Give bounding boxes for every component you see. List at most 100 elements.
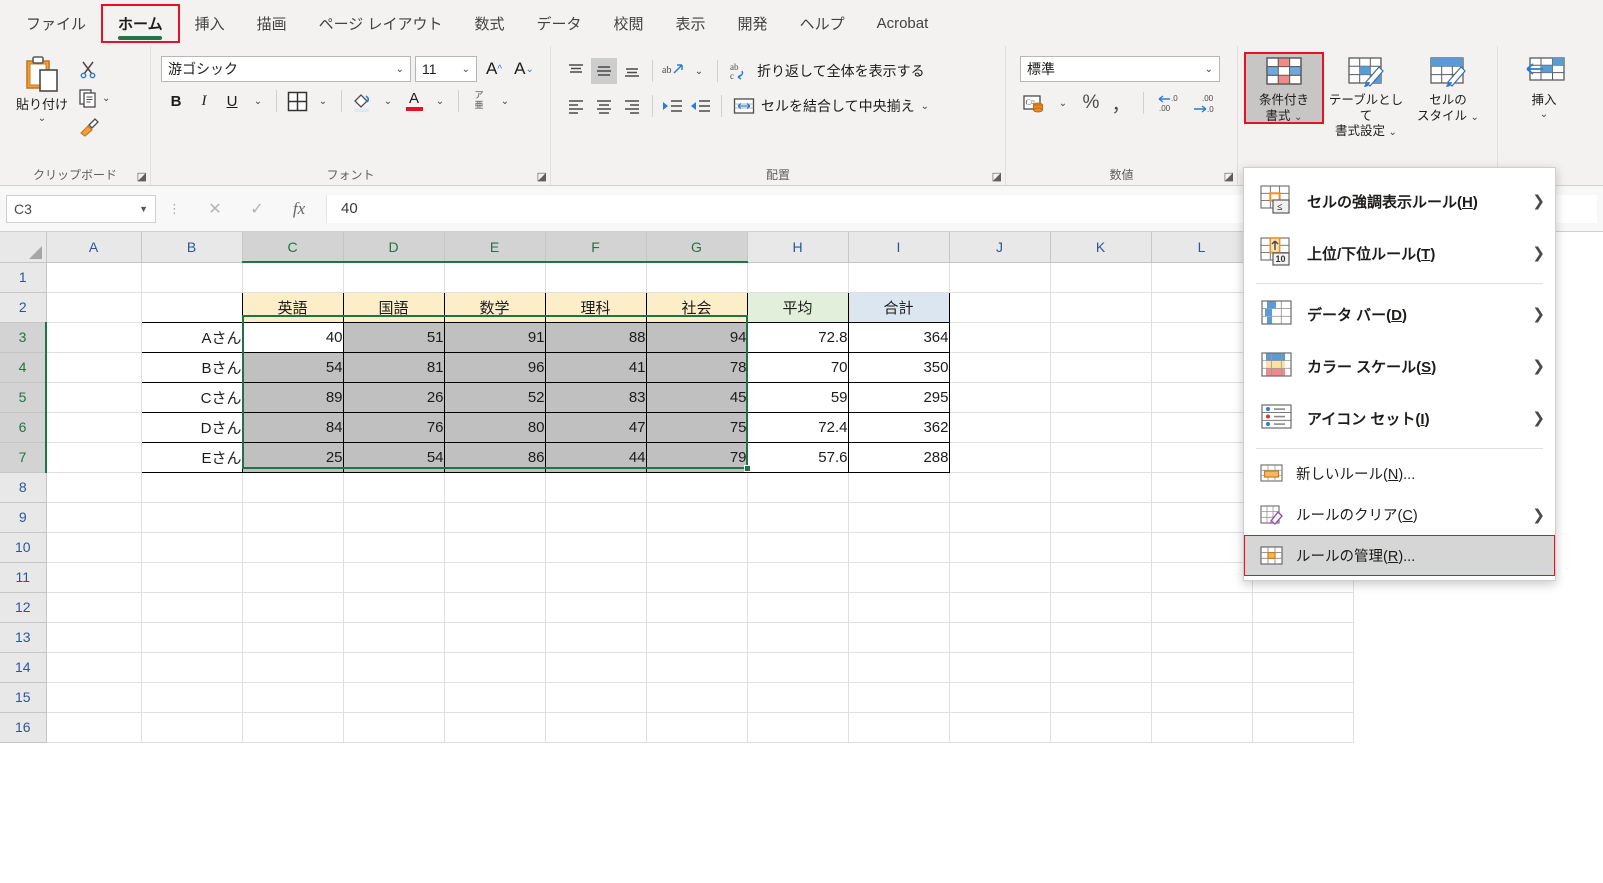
cell-E6[interactable]: 80 — [444, 412, 545, 442]
cell-L8[interactable] — [1151, 472, 1252, 502]
cell-G16[interactable] — [646, 712, 747, 742]
cell-D13[interactable] — [343, 622, 444, 652]
row-header-13[interactable]: 13 — [0, 622, 46, 652]
column-header-D[interactable]: D — [343, 232, 444, 262]
cell-C8[interactable] — [242, 472, 343, 502]
chevron-down-icon[interactable]: ⌄ — [1540, 109, 1548, 122]
cell-F9[interactable] — [545, 502, 646, 532]
tab-view[interactable]: 表示 — [660, 5, 722, 42]
cell-E4[interactable]: 96 — [444, 352, 545, 382]
align-top-button[interactable] — [563, 58, 589, 84]
percent-style-button[interactable]: % — [1078, 90, 1104, 116]
cell-M16[interactable] — [1252, 712, 1353, 742]
cell-A11[interactable] — [46, 562, 141, 592]
cell-L15[interactable] — [1151, 682, 1252, 712]
cell-I14[interactable] — [848, 652, 949, 682]
cell-M15[interactable] — [1252, 682, 1353, 712]
cell-K7[interactable] — [1050, 442, 1151, 472]
column-header-C[interactable]: C — [242, 232, 343, 262]
cut-button[interactable] — [78, 56, 110, 82]
cell-J9[interactable] — [949, 502, 1050, 532]
menu-item-top-bottom-rules[interactable]: 10 上位/下位ルール(T) ❯ — [1244, 227, 1555, 279]
cell-B5[interactable]: Cさん — [141, 382, 242, 412]
cell-K4[interactable] — [1050, 352, 1151, 382]
number-dialog-launcher[interactable]: ◪ — [1224, 170, 1234, 183]
cell-C6[interactable]: 84 — [242, 412, 343, 442]
cell-F5[interactable]: 83 — [545, 382, 646, 412]
menu-item-manage-rules[interactable]: ルールの管理(R)... — [1244, 535, 1555, 576]
cell-B11[interactable] — [141, 562, 242, 592]
decrease-indent-button[interactable] — [660, 93, 686, 119]
cell-K8[interactable] — [1050, 472, 1151, 502]
cell-H7[interactable]: 57.6 — [747, 442, 848, 472]
cell-L1[interactable] — [1151, 262, 1252, 292]
cell-J6[interactable] — [949, 412, 1050, 442]
cell-C9[interactable] — [242, 502, 343, 532]
cell-G12[interactable] — [646, 592, 747, 622]
cell-K10[interactable] — [1050, 532, 1151, 562]
cell-A6[interactable] — [46, 412, 141, 442]
name-box[interactable]: C3 ▼ — [6, 195, 156, 223]
row-header-12[interactable]: 12 — [0, 592, 46, 622]
cell-A14[interactable] — [46, 652, 141, 682]
row-header-14[interactable]: 14 — [0, 652, 46, 682]
cancel-edit-button[interactable]: ✕ — [194, 195, 236, 223]
align-left-button[interactable] — [563, 93, 589, 119]
cell-F4[interactable]: 41 — [545, 352, 646, 382]
cell-F11[interactable] — [545, 562, 646, 592]
cell-G1[interactable] — [646, 262, 747, 292]
cell-J11[interactable] — [949, 562, 1050, 592]
clipboard-dialog-launcher[interactable]: ◪ — [137, 170, 147, 183]
cell-E13[interactable] — [444, 622, 545, 652]
cell-F16[interactable] — [545, 712, 646, 742]
cell-G4[interactable]: 78 — [646, 352, 747, 382]
borders-button[interactable] — [284, 88, 310, 114]
cell-H16[interactable] — [747, 712, 848, 742]
cell-K12[interactable] — [1050, 592, 1151, 622]
cell-J7[interactable] — [949, 442, 1050, 472]
cell-J3[interactable] — [949, 322, 1050, 352]
cell-I15[interactable] — [848, 682, 949, 712]
cell-D10[interactable] — [343, 532, 444, 562]
row-header-6[interactable]: 6 — [0, 412, 46, 442]
cell-C12[interactable] — [242, 592, 343, 622]
cell-K9[interactable] — [1050, 502, 1151, 532]
cell-L13[interactable] — [1151, 622, 1252, 652]
cell-B16[interactable] — [141, 712, 242, 742]
cell-J15[interactable] — [949, 682, 1050, 712]
cell-G7[interactable]: 79 — [646, 442, 747, 472]
fill-color-button[interactable] — [349, 88, 375, 114]
cell-L9[interactable] — [1151, 502, 1252, 532]
cell-C10[interactable] — [242, 532, 343, 562]
cell-K6[interactable] — [1050, 412, 1151, 442]
chevron-down-icon[interactable]: ⌄ — [921, 101, 929, 112]
cell-D6[interactable]: 76 — [343, 412, 444, 442]
cell-C7[interactable]: 25 — [242, 442, 343, 472]
tab-data[interactable]: データ — [521, 5, 598, 42]
cell-J1[interactable] — [949, 262, 1050, 292]
align-bottom-button[interactable] — [619, 58, 645, 84]
cell-C16[interactable] — [242, 712, 343, 742]
row-header-15[interactable]: 15 — [0, 682, 46, 712]
cell-E3[interactable]: 91 — [444, 322, 545, 352]
cell-C4[interactable]: 54 — [242, 352, 343, 382]
cell-H6[interactable]: 72.4 — [747, 412, 848, 442]
cell-D15[interactable] — [343, 682, 444, 712]
cell-C3[interactable]: 40 — [242, 322, 343, 352]
cell-E2[interactable]: 数学 — [444, 292, 545, 322]
cell-B15[interactable] — [141, 682, 242, 712]
alignment-dialog-launcher[interactable]: ◪ — [992, 170, 1002, 183]
cell-D12[interactable] — [343, 592, 444, 622]
cell-J5[interactable] — [949, 382, 1050, 412]
cell-H9[interactable] — [747, 502, 848, 532]
cell-E1[interactable] — [444, 262, 545, 292]
formula-bar-grip[interactable]: ⋮ — [162, 201, 188, 217]
decrease-font-size-button[interactable]: A⌄ — [511, 56, 537, 82]
cell-A13[interactable] — [46, 622, 141, 652]
comma-style-button[interactable]: ， — [1108, 90, 1134, 116]
cell-G10[interactable] — [646, 532, 747, 562]
cell-E15[interactable] — [444, 682, 545, 712]
format-painter-button[interactable] — [78, 114, 110, 140]
cell-M12[interactable] — [1252, 592, 1353, 622]
insert-cells-button[interactable]: 挿入 ⌄ — [1504, 52, 1584, 121]
